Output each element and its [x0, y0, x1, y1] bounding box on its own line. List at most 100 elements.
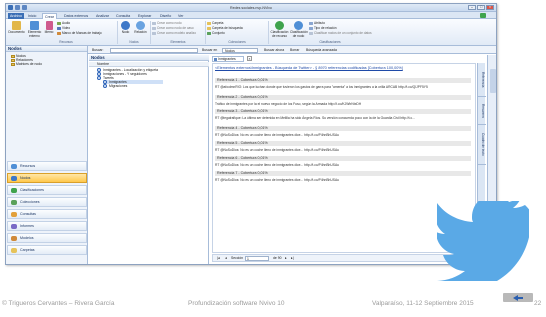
last-page-icon[interactable]: ▸| — [291, 255, 294, 262]
borrar-button[interactable]: Borrar — [290, 48, 299, 53]
create-node-icon — [152, 21, 156, 25]
nvivo-window: Redes sociales.nvp-NVivo – □ × Archivo I… — [5, 3, 497, 265]
nav-recursos[interactable]: Recursos — [7, 161, 87, 171]
node-classification-icon — [294, 21, 303, 30]
nodes-list-pane: Nodos Nombre Inmigrantes - Localización … — [89, 55, 209, 264]
nav-clasificaciones[interactable]: Clasificaciones — [7, 185, 87, 195]
source-link[interactable]: <Elementos externos\Inmigrantes - Búsque… — [215, 66, 467, 71]
document-icon — [12, 21, 21, 30]
slide-footer: © Trigueros Cervantes – Rivera García Pr… — [0, 300, 546, 312]
buscar-ahora-button[interactable]: Buscar ahora — [264, 48, 284, 53]
relation-icon — [136, 21, 145, 30]
reference-header: Referencia 7 - Cobertura 0,01% — [215, 171, 471, 176]
node-item[interactable]: Migraciones — [103, 84, 127, 88]
reference-text: RT @NoSoDios: No es un coche lleno de in… — [215, 163, 339, 167]
nav-modelos[interactable]: Modelos — [7, 233, 87, 243]
nav-informes[interactable]: Informes — [7, 221, 87, 231]
buscar-en-select[interactable]: Nodos — [222, 47, 258, 53]
clasificacion-recurso-button[interactable]: Clasificación de recurso — [270, 21, 289, 38]
next-page-icon[interactable]: ▸ — [285, 255, 287, 262]
classification-icon — [275, 21, 284, 30]
carpeta-busqueda-button[interactable]: Carpeta de búsqueda — [207, 26, 243, 30]
node-icon — [97, 76, 101, 80]
marco-button[interactable]: Marco de Marcas de trabajo — [57, 31, 102, 35]
footer-course: Profundización software Nvivo 10 — [188, 300, 285, 307]
reference-text: RT @afoolmnRIO: Los que luchan donde que… — [215, 85, 428, 89]
twitter-bird-logo — [435, 195, 532, 281]
folders-icon — [11, 248, 17, 253]
memo-button[interactable]: Memo — [43, 21, 55, 35]
crear-nodo-caso-button[interactable]: Crear como nodo de caso — [152, 26, 194, 30]
maximize-button[interactable]: □ — [477, 5, 485, 10]
model-icon — [152, 31, 156, 35]
nav-pane-header: Nodos — [6, 46, 87, 52]
reference-text: RT @legalrafique: La última ser detenida… — [215, 116, 415, 120]
nav-consultas[interactable]: Consultas — [7, 209, 87, 219]
nav-carpetas[interactable]: Carpetas — [7, 245, 87, 255]
frame-icon — [57, 31, 61, 35]
side-tab-referencia[interactable]: Referencia — [478, 63, 486, 97]
relation-type-icon — [309, 26, 313, 30]
navigation-pane: Nodos Nodos Relaciones Matrices de nodo … — [6, 46, 88, 264]
side-tab-resumen[interactable]: Resumen — [478, 97, 486, 125]
first-page-icon[interactable]: |◂ — [217, 255, 220, 262]
busqueda-avanzada-button[interactable]: Búsqueda avanzada — [306, 48, 337, 53]
atributo-button[interactable]: Atributo — [309, 21, 325, 25]
scrollbar-thumb[interactable] — [490, 69, 496, 93]
column-header-nombre[interactable]: Nombre — [89, 62, 209, 67]
close-button[interactable]: × — [486, 5, 494, 10]
external-icon — [30, 21, 39, 30]
group-elementos: Elementos — [170, 40, 186, 44]
video-button[interactable]: Video — [57, 26, 70, 30]
ribbon: Documento Elemento externo Memo Audio Vi… — [6, 19, 496, 46]
relacion-button[interactable]: Relación — [133, 21, 148, 35]
group-recursos: Recursos — [59, 40, 73, 44]
side-tab-cuadro-texto[interactable]: Cuadro de texto — [478, 125, 486, 165]
reference-text: RT @NoSoDios: No es un coche lleno de in… — [215, 178, 339, 182]
clasificar-nodos-button[interactable]: Clasificar nodos de un conjunto de datos — [309, 31, 372, 35]
case-node-icon — [152, 26, 156, 30]
audio-button[interactable]: Audio — [57, 21, 70, 25]
classify-icon — [309, 31, 313, 35]
prev-page-icon[interactable]: ◂ — [225, 255, 227, 262]
tipo-relacion-button[interactable]: Tipo de relación — [309, 26, 337, 30]
node-icon — [121, 21, 130, 30]
reference-header: Referencia 4 - Cobertura 0,01% — [215, 126, 471, 131]
nav-colecciones[interactable]: Colecciones — [7, 197, 87, 207]
search-input[interactable] — [110, 47, 198, 53]
close-tab-icon[interactable]: × — [247, 56, 252, 61]
section-total: de 90 — [273, 256, 282, 260]
seccion-label: Sección — [231, 256, 244, 260]
audio-icon — [57, 21, 61, 25]
queries-icon — [11, 212, 17, 217]
find-bar: Buscar: Buscar en Nodos Buscar ahora Bor… — [88, 46, 496, 54]
group-divider — [117, 21, 118, 44]
reference-header: Referencia 2 - Cobertura 0,01% — [215, 95, 471, 100]
group-divider — [205, 21, 206, 44]
reference-header: Referencia 3 - Cobertura 0,01% — [215, 109, 471, 114]
elemento-externo-button[interactable]: Elemento externo — [26, 21, 43, 38]
attribute-icon — [309, 21, 313, 25]
help-icon[interactable] — [480, 13, 486, 18]
nav-nodos[interactable]: Nodos — [7, 173, 87, 183]
crear-modelo-button[interactable]: Crear como modelo analizo — [152, 31, 196, 35]
section-input[interactable]: 1 — [245, 256, 269, 261]
collections-icon — [11, 200, 17, 205]
classifications-icon — [11, 188, 17, 193]
tree-item-matrices[interactable]: Matrices de nodo — [11, 62, 42, 66]
group-divider — [268, 21, 269, 44]
nodes-pane-header: Nodos — [89, 55, 209, 61]
conjunto-button[interactable]: Conjunto — [207, 31, 225, 35]
ribbon-tab-bar: Archivo Inicio Crear Datos externos Anal… — [6, 12, 496, 19]
nodo-button[interactable]: Nodo — [119, 21, 132, 35]
nodes-icon — [11, 176, 17, 181]
crear-nodo-button[interactable]: Crear como nodo — [152, 21, 182, 25]
footer-page-number: 22 — [534, 300, 542, 307]
carpeta-button[interactable]: Carpeta — [207, 21, 223, 25]
reference-header: Referencia 6 - Cobertura 0,01% — [215, 156, 471, 161]
minimize-button[interactable]: – — [468, 5, 476, 10]
reference-text: RT @NoSoDios: No es un coche lleno de in… — [215, 148, 339, 152]
documento-button[interactable]: Documento — [8, 21, 25, 35]
tab-inmigrantes[interactable]: Inmigrantes — [212, 56, 244, 62]
clasificacion-nodo-button[interactable]: Clasificación de nodo — [290, 21, 308, 38]
